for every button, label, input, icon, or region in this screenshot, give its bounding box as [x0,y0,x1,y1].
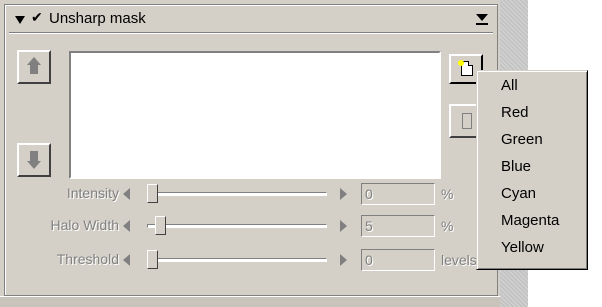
trash-icon [462,113,472,129]
menu-item-magenta[interactable]: Magenta [501,212,559,229]
unsharp-mask-panel: ✔ Unsharp mask Intensity 0 % Halo Width … [4,4,498,296]
menu-item-all[interactable]: All [501,77,518,94]
intensity-increase-icon[interactable] [340,188,347,200]
triangle-down-icon[interactable] [15,16,25,24]
bottom-edge [0,296,500,307]
menu-item-yellow[interactable]: Yellow [501,239,544,256]
halo-width-decrease-icon[interactable] [123,220,130,232]
panel-header[interactable]: ✔ Unsharp mask [9,7,493,33]
panel-menu-icon[interactable] [475,13,489,27]
halo-width-label: Halo Width [50,217,119,233]
intensity-value-field[interactable]: 0 [361,183,435,205]
threshold-increase-icon[interactable] [340,254,347,266]
up-arrow-icon [27,57,41,65]
intensity-unit: % [441,186,454,202]
halo-width-increase-icon[interactable] [340,220,347,232]
check-icon[interactable]: ✔ [31,9,43,26]
intensity-decrease-icon[interactable] [123,188,130,200]
halo-width-slider-thumb[interactable] [155,216,167,235]
halo-width-slider-track[interactable] [147,224,327,228]
menu-item-green[interactable]: Green [501,131,543,148]
move-up-button[interactable] [17,50,51,84]
threshold-unit: levels [441,252,477,268]
threshold-value-field[interactable]: 0 [361,249,435,271]
threshold-label: Threshold [56,251,119,267]
move-down-button[interactable] [17,143,51,177]
channel-list[interactable] [69,51,441,179]
panel-title: Unsharp mask [49,10,146,27]
threshold-slider-thumb[interactable] [147,250,158,269]
menu-item-blue[interactable]: Blue [501,158,531,175]
threshold-decrease-icon[interactable] [123,254,130,266]
menu-item-cyan[interactable]: Cyan [501,185,536,202]
down-arrow-icon [27,161,41,169]
channel-popup-menu: All Red Green Blue Cyan Magenta Yellow [476,70,588,270]
halo-width-value-field[interactable]: 5 [361,215,435,237]
intensity-slider-track[interactable] [147,192,327,196]
intensity-slider-thumb[interactable] [147,184,158,203]
threshold-slider-track[interactable] [147,258,327,262]
halo-width-unit: % [441,218,454,234]
menu-item-red[interactable]: Red [501,104,529,121]
intensity-label: Intensity [66,185,119,201]
